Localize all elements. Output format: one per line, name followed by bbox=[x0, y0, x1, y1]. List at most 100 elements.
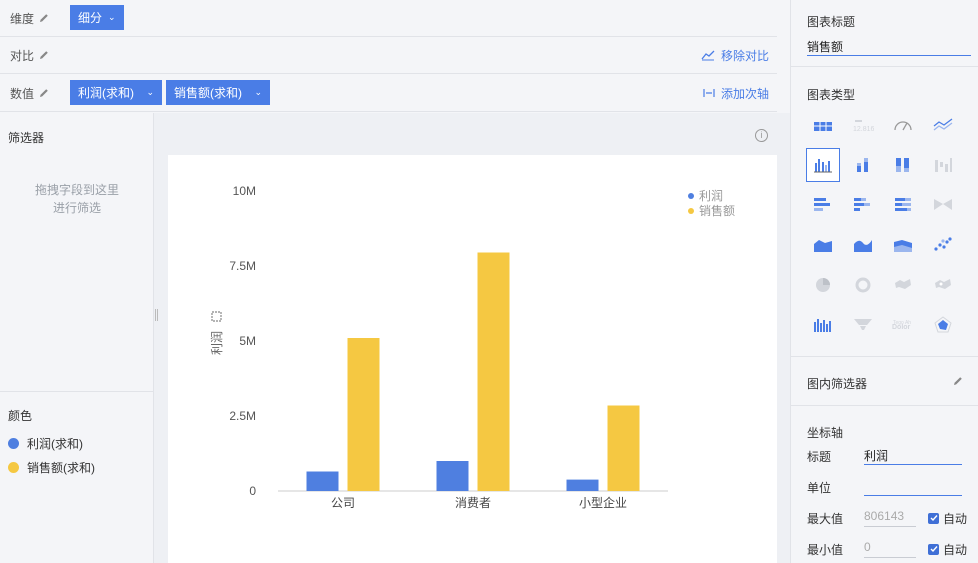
word-cloud-chart-option[interactable]: Tego Ah Dolor bbox=[886, 308, 920, 342]
chevron-down-icon: ⌄ bbox=[254, 87, 262, 97]
kpi-number-icon: 12.816 bbox=[853, 120, 874, 133]
color-legend-item[interactable]: 销售额(求和) bbox=[8, 459, 95, 476]
y-tick-label: 2.5M bbox=[229, 409, 256, 423]
histogram-chart-option[interactable] bbox=[806, 308, 840, 342]
filter-drop-zone[interactable]: 拖拽字段到这里 进行筛选 bbox=[0, 181, 154, 217]
radar-icon bbox=[934, 316, 952, 333]
stacked-area-chart-option[interactable] bbox=[886, 228, 920, 262]
color-swatch bbox=[8, 438, 19, 449]
funnel-butterfly-icon bbox=[934, 199, 952, 210]
legend-marker bbox=[688, 208, 694, 214]
compare-label: 对比 bbox=[10, 48, 35, 63]
waterfall-chart-option[interactable] bbox=[926, 148, 960, 182]
area-chart-option[interactable] bbox=[806, 228, 840, 262]
axis-title-row: 标题 利润 bbox=[807, 446, 967, 466]
resize-handle[interactable] bbox=[155, 309, 158, 321]
pencil-icon[interactable] bbox=[38, 12, 50, 24]
chart-type-grid: 12.816 Tego Ah Dolor bbox=[806, 108, 966, 342]
pie-chart-option[interactable] bbox=[806, 268, 840, 302]
values-label: 数值 bbox=[10, 86, 35, 101]
filter-title: 筛选器 bbox=[8, 131, 45, 145]
kpi-number-chart-option[interactable]: 12.816 bbox=[846, 108, 880, 142]
axis-min-input[interactable]: 0 bbox=[864, 540, 916, 558]
axis-title-input[interactable]: 利润 bbox=[864, 447, 962, 465]
compare-row: 对比 移除对比 bbox=[0, 37, 777, 74]
axis-max-input[interactable]: 806143 bbox=[864, 509, 916, 527]
y-axis-title: 利润 bbox=[210, 331, 224, 355]
donut-chart-option[interactable] bbox=[846, 268, 880, 302]
color-legend-item[interactable]: 利润(求和) bbox=[8, 435, 83, 452]
gauge-chart-option[interactable] bbox=[886, 108, 920, 142]
area-icon bbox=[814, 240, 832, 252]
x-tick-label: 公司 bbox=[331, 496, 355, 510]
chart-title-label: 图表标题 bbox=[807, 15, 856, 29]
auto-min-checkbox[interactable] bbox=[928, 543, 939, 555]
sort-icon bbox=[211, 311, 222, 322]
horizontal-percent-bar-icon bbox=[895, 198, 911, 211]
table-icon bbox=[814, 122, 832, 131]
axis-section-label: 坐标轴 bbox=[807, 426, 844, 440]
horizontal-percent-bar-chart-option[interactable] bbox=[886, 188, 920, 222]
stacked-bar-icon bbox=[857, 158, 868, 172]
stacked-bar-chart-option[interactable] bbox=[846, 148, 880, 182]
funnel-butterfly-chart-option[interactable] bbox=[926, 188, 960, 222]
funnel-chart-option[interactable] bbox=[846, 308, 880, 342]
chevron-down-icon: ⌄ bbox=[146, 87, 154, 97]
compare-icon bbox=[701, 50, 715, 61]
chart-workspace: i 0 2.5M 5M 7.5M 10M 利润 公司 消费者 小型企业 利润 销售额 bbox=[154, 113, 790, 563]
dimension-row: 维度 细分 ⌄ bbox=[0, 0, 777, 37]
grouped-bar-chart-option[interactable] bbox=[806, 148, 840, 182]
horizontal-bar-icon bbox=[814, 198, 830, 211]
scatter-chart-option[interactable] bbox=[926, 228, 960, 262]
stacked-area-icon bbox=[894, 240, 912, 252]
donut-icon bbox=[855, 277, 871, 293]
chart-title-input[interactable]: 销售额 bbox=[807, 38, 971, 56]
stream-area-chart-option[interactable] bbox=[846, 228, 880, 262]
chevron-down-icon: ⌄ bbox=[108, 12, 116, 22]
config-area: 维度 细分 ⌄ 对比 移除对比 数值 利润(求和) ⌄ 销售额(求和) ⌄ 添加… bbox=[0, 0, 790, 113]
sales-sum-pill[interactable]: 销售额(求和) ⌄ bbox=[166, 80, 270, 105]
map-icon bbox=[895, 279, 911, 289]
chart-type-label: 图表类型 bbox=[807, 88, 856, 102]
dimension-pill[interactable]: 细分 ⌄ bbox=[70, 5, 124, 30]
auto-max-checkbox[interactable] bbox=[928, 512, 939, 524]
add-secondary-axis-button[interactable]: 添加次轴 bbox=[703, 85, 769, 102]
svg-text:Dolor: Dolor bbox=[892, 324, 911, 331]
x-tick-label: 消费者 bbox=[455, 496, 491, 510]
svg-text:12.816: 12.816 bbox=[853, 126, 874, 133]
info-icon[interactable]: i bbox=[755, 129, 768, 142]
pencil-icon[interactable] bbox=[38, 49, 50, 61]
scatter-icon bbox=[934, 237, 952, 251]
chart-card: 0 2.5M 5M 7.5M 10M 利润 公司 消费者 小型企业 利润 销售额 bbox=[168, 155, 777, 563]
filter-panel: 筛选器 拖拽字段到这里 进行筛选 颜色 利润(求和) 销售额(求和) bbox=[0, 113, 154, 563]
line-chart-option[interactable] bbox=[926, 108, 960, 142]
bubble-map-chart-option[interactable] bbox=[926, 268, 960, 302]
percent-bar-chart-option[interactable] bbox=[886, 148, 920, 182]
horizontal-stacked-bar-icon bbox=[854, 198, 870, 211]
bar bbox=[347, 338, 380, 491]
percent-bar-icon bbox=[896, 158, 909, 172]
pencil-icon[interactable] bbox=[952, 375, 964, 387]
axis-unit-row: 单位 bbox=[807, 477, 967, 497]
horizontal-bar-chart-option[interactable] bbox=[806, 188, 840, 222]
map-chart-option[interactable] bbox=[886, 268, 920, 302]
horizontal-stacked-bar-chart-option[interactable] bbox=[846, 188, 880, 222]
bar bbox=[436, 461, 469, 491]
waterfall-icon bbox=[935, 158, 952, 172]
bar bbox=[566, 479, 599, 491]
grouped-bar-icon bbox=[814, 159, 832, 173]
radar-chart-option[interactable] bbox=[926, 308, 960, 342]
histogram-icon bbox=[814, 319, 831, 332]
dimension-label: 维度 bbox=[10, 11, 35, 26]
y-tick-label: 7.5M bbox=[229, 259, 256, 273]
pencil-icon[interactable] bbox=[38, 87, 50, 99]
axis-max-row: 最大值 806143 自动 bbox=[807, 509, 968, 527]
table-chart-option[interactable] bbox=[806, 108, 840, 142]
remove-compare-button[interactable]: 移除对比 bbox=[701, 47, 769, 64]
legend-label: 销售额 bbox=[699, 203, 735, 218]
profit-sum-pill[interactable]: 利润(求和) ⌄ bbox=[70, 80, 162, 105]
funnel-icon bbox=[854, 319, 872, 330]
axis-unit-input[interactable] bbox=[864, 478, 962, 496]
divider bbox=[0, 391, 154, 392]
legend-label: 利润 bbox=[699, 189, 723, 203]
